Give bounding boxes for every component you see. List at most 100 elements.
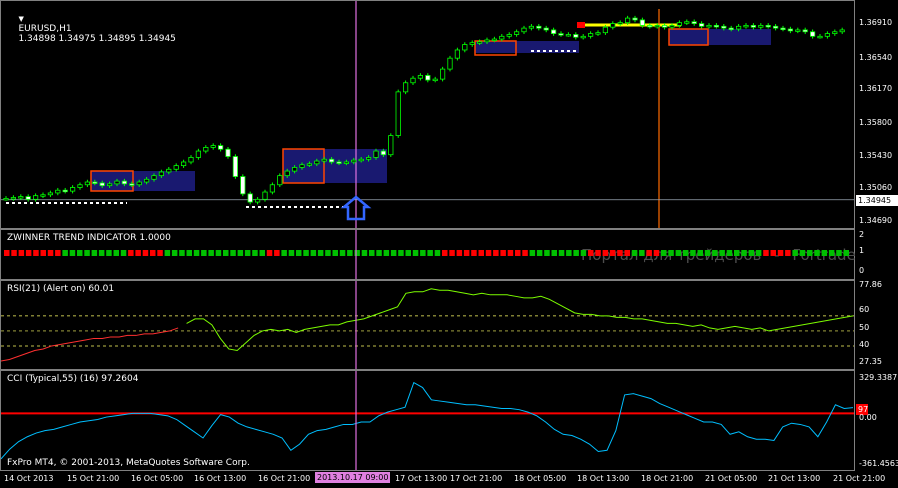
trend-zone-box — [91, 171, 195, 191]
candle-body — [795, 29, 801, 32]
cci-pane[interactable]: CCI (Typical,55) (16) 97.2604 FxPro MT4,… — [0, 370, 855, 471]
candle-body — [107, 183, 113, 187]
candle-body — [491, 38, 498, 41]
candle-body — [180, 161, 187, 167]
trend-bar — [4, 250, 10, 256]
rsi-tick: 60 — [859, 305, 870, 314]
trend-bar — [442, 250, 448, 256]
rsi-line-up — [186, 288, 854, 352]
trend-bar — [675, 250, 682, 256]
candle-body — [521, 27, 527, 33]
candle-body — [70, 187, 76, 192]
candle-body — [824, 33, 831, 37]
candle-body — [736, 25, 742, 30]
candle-body — [610, 23, 616, 28]
candle-body — [262, 191, 268, 200]
trend-bar — [40, 250, 46, 256]
trend-bar — [69, 250, 76, 256]
time-label: 21 Oct 21:00 — [833, 474, 886, 483]
candle-body — [306, 163, 313, 166]
trend-bar — [828, 250, 835, 256]
candle-body — [721, 25, 727, 29]
candle-body — [706, 24, 712, 28]
trend-bar — [179, 250, 185, 256]
trend-bar — [33, 250, 39, 256]
candle-body — [92, 181, 98, 184]
trend-bar — [201, 250, 207, 256]
candle-body — [210, 145, 216, 148]
trend-scale: 2 1 0 — [855, 229, 898, 280]
trend-bar — [171, 250, 178, 256]
current-price-badge: 1.34945 — [856, 195, 898, 206]
time-label: 15 Oct 21:00 — [67, 474, 120, 483]
trend-indicator-pane[interactable]: ZWINNER TREND INDICATOR 1.0000 Портал дл… — [0, 229, 881, 280]
candle-body — [299, 164, 305, 168]
trend-zone-box — [669, 29, 771, 45]
cci-tick: 0.00 — [859, 413, 877, 422]
candle-body — [158, 171, 164, 177]
trend-bar — [332, 250, 338, 256]
trend-bar — [704, 250, 711, 256]
trend-bar — [405, 250, 411, 256]
candle-body — [669, 24, 675, 28]
trend-bar — [602, 250, 609, 256]
time-label: 21 Oct 05:00 — [705, 474, 758, 483]
trend-bar — [390, 250, 397, 256]
trend-bar — [361, 250, 368, 256]
candle-body — [10, 197, 16, 200]
time-label: 18 Oct 05:00 — [514, 474, 567, 483]
trend-bar — [427, 250, 433, 256]
candle-body — [240, 176, 246, 195]
rsi-tick: 27.35 — [859, 357, 882, 366]
candle-body — [588, 33, 594, 37]
trend-bar — [113, 250, 119, 256]
trend-bar — [697, 250, 703, 256]
trend-bar — [215, 250, 222, 256]
candle-body — [676, 22, 683, 26]
trend-bar — [661, 250, 667, 256]
candle-body — [543, 27, 549, 31]
trend-bar — [682, 250, 689, 256]
trend-bar — [193, 250, 200, 256]
price-scale: 1.36910 1.36540 1.36170 1.35800 1.35430 … — [855, 0, 898, 229]
time-label-highlighted: 2013.10.17 09:00 — [315, 472, 391, 483]
trend-bar — [281, 250, 287, 256]
trend-bar — [500, 250, 506, 256]
price-chart-plot — [1, 1, 854, 228]
candle-body — [395, 91, 401, 136]
trend-bar — [274, 250, 280, 256]
candle-body — [447, 57, 453, 70]
trend-bar — [719, 250, 725, 256]
price-tick: 1.34690 — [859, 216, 893, 225]
candle-body — [129, 183, 135, 186]
candle-body — [336, 161, 342, 164]
candle-body — [839, 29, 845, 33]
trend-bar — [777, 250, 784, 256]
candle-body — [25, 196, 31, 200]
trend-bar — [792, 250, 798, 256]
candle-body — [136, 181, 142, 186]
candle-body — [365, 157, 372, 160]
trend-bar — [398, 250, 404, 256]
candle-body — [195, 150, 201, 158]
candle-body — [728, 27, 734, 31]
trend-bar — [609, 250, 616, 256]
trend-bar — [617, 250, 623, 256]
trend-bar — [325, 250, 331, 256]
candle-body — [321, 158, 327, 162]
candle-body — [536, 25, 542, 29]
time-label: 14 Oct 2013 — [4, 474, 54, 483]
rsi-scale: 77.86 60 50 40 27.35 — [855, 280, 898, 370]
rsi-pane[interactable]: RSI(21) (Alert on) 60.01 — [0, 280, 855, 370]
trend-bar — [799, 250, 806, 256]
candle-body — [410, 77, 416, 84]
trend-bar — [310, 250, 317, 256]
rsi-tick: 77.86 — [859, 280, 882, 289]
candle-body — [699, 23, 705, 27]
trend-bar — [522, 250, 528, 256]
trend-bar — [449, 250, 455, 256]
candle-body — [291, 167, 298, 172]
price-chart-pane[interactable]: ▼ EURUSD,H1 1.34898 1.34975 1.34895 1.34… — [0, 0, 855, 229]
trend-bar — [47, 250, 54, 256]
trend-bar — [463, 250, 470, 256]
